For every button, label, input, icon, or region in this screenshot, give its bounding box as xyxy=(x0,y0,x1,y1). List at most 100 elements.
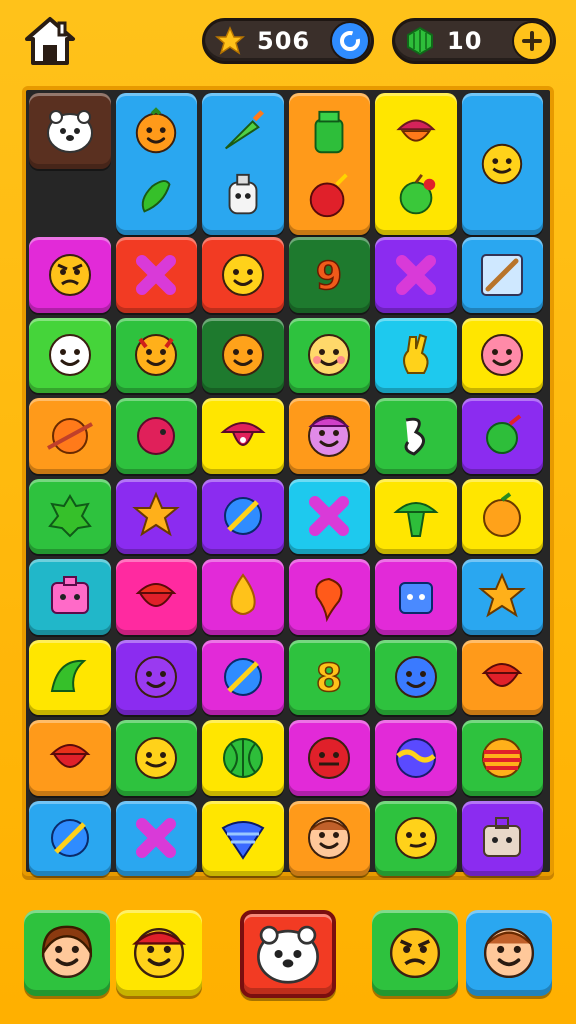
board-tile[interactable] xyxy=(288,398,370,474)
refresh-button[interactable] xyxy=(330,21,370,61)
board-tile[interactable] xyxy=(461,559,543,635)
board-tile[interactable] xyxy=(115,398,197,474)
smiley-face-icon xyxy=(482,143,523,185)
board-tile[interactable] xyxy=(288,800,370,876)
board-tile[interactable] xyxy=(29,237,111,313)
board-tile[interactable] xyxy=(461,93,543,235)
board-tile[interactable] xyxy=(29,639,111,715)
stars-counter: 506 xyxy=(202,18,374,64)
board-tile[interactable] xyxy=(375,93,457,235)
mushroom-icon xyxy=(220,421,266,446)
dock-tile[interactable] xyxy=(116,910,202,996)
board-tile[interactable] xyxy=(115,237,197,313)
board-tile[interactable] xyxy=(375,559,457,635)
carrot-icon xyxy=(224,109,264,149)
blue-face-icon xyxy=(394,656,437,699)
board-tile[interactable] xyxy=(202,800,284,876)
board-tile[interactable] xyxy=(288,559,370,635)
board-tile[interactable]: 9 xyxy=(288,237,370,313)
board-tile[interactable] xyxy=(115,720,197,796)
game-board: 98 xyxy=(22,86,554,876)
board-tile[interactable] xyxy=(288,720,370,796)
smirk-face-icon xyxy=(394,817,437,860)
number-eight-icon: 8 xyxy=(315,656,343,702)
red-acorn-icon xyxy=(49,743,91,768)
red-bomb-icon xyxy=(310,172,348,217)
refresh-icon xyxy=(340,31,360,51)
melon-icon xyxy=(222,737,263,778)
board-tile[interactable] xyxy=(29,478,111,554)
happy-face-icon xyxy=(221,253,264,296)
board-tile[interactable] xyxy=(375,398,457,474)
green-splat-icon xyxy=(47,494,92,538)
angry-face-icon xyxy=(389,927,441,979)
acorn-icon xyxy=(396,119,436,142)
hand-sign-icon xyxy=(402,333,429,375)
board-tile[interactable] xyxy=(375,317,457,393)
blush-face-icon xyxy=(308,334,351,377)
board-tile[interactable] xyxy=(202,398,284,474)
dock-tile-selected[interactable] xyxy=(240,910,336,998)
number-nine-icon: 9 xyxy=(315,253,343,299)
board-tile[interactable] xyxy=(202,93,284,235)
board-tile[interactable] xyxy=(29,559,111,635)
board-tile[interactable] xyxy=(29,398,111,474)
board-tile[interactable] xyxy=(202,720,284,796)
board-tile[interactable] xyxy=(288,478,370,554)
board-tile[interactable] xyxy=(288,93,370,235)
board-tile[interactable] xyxy=(461,478,543,554)
home-button[interactable] xyxy=(22,14,78,68)
green-apple-icon xyxy=(399,173,435,214)
board-tile[interactable] xyxy=(461,720,543,796)
orange-smiley-icon xyxy=(221,334,264,377)
board-tile[interactable] xyxy=(375,478,457,554)
planet-icon xyxy=(46,417,93,454)
board-tile[interactable] xyxy=(115,478,197,554)
board-tile[interactable] xyxy=(375,800,457,876)
board-tile[interactable] xyxy=(115,93,197,235)
stick-icon xyxy=(481,253,524,296)
board-tile[interactable] xyxy=(461,317,543,393)
board-tile[interactable] xyxy=(29,720,111,796)
board-tile[interactable] xyxy=(115,559,197,635)
board-tile[interactable] xyxy=(29,800,111,876)
dock-tile[interactable] xyxy=(372,910,458,996)
ghost-bottle-icon xyxy=(228,173,258,214)
robot-face-icon xyxy=(398,581,433,614)
baby-face-icon xyxy=(48,334,91,377)
board-tile[interactable] xyxy=(375,639,457,715)
add-gems-button[interactable] xyxy=(512,21,552,61)
board-tile[interactable] xyxy=(115,317,197,393)
board-tile[interactable] xyxy=(461,237,543,313)
board-tile[interactable] xyxy=(202,559,284,635)
board-tile[interactable] xyxy=(288,317,370,393)
board-tile[interactable]: 8 xyxy=(288,639,370,715)
board-tile[interactable] xyxy=(115,800,197,876)
board-tile[interactable] xyxy=(202,478,284,554)
board-tile[interactable] xyxy=(202,639,284,715)
girl-face-icon xyxy=(41,925,93,979)
dock-tile[interactable] xyxy=(24,910,110,996)
board-tile[interactable] xyxy=(202,317,284,393)
svg-text:9: 9 xyxy=(316,254,342,298)
star-icon xyxy=(132,491,181,537)
candy-cross-icon xyxy=(309,496,350,537)
board-tile[interactable] xyxy=(29,93,111,169)
dock-tile[interactable] xyxy=(466,910,552,996)
board-tile[interactable] xyxy=(375,237,457,313)
devil-face-icon xyxy=(135,334,178,377)
board-tile[interactable] xyxy=(461,800,543,876)
pink-face-icon xyxy=(481,334,524,377)
plus-icon xyxy=(522,31,542,51)
board-tile[interactable] xyxy=(375,720,457,796)
stars-value: 506 xyxy=(257,27,311,55)
star-icon xyxy=(213,24,247,58)
board-tile[interactable] xyxy=(29,317,111,393)
board-tile[interactable] xyxy=(202,237,284,313)
board-tile[interactable] xyxy=(461,639,543,715)
board-tile[interactable] xyxy=(461,398,543,474)
gems-value: 10 xyxy=(447,27,483,55)
board-tile[interactable] xyxy=(115,639,197,715)
hat-face-icon xyxy=(308,414,351,457)
red-acorn-icon xyxy=(481,663,523,688)
